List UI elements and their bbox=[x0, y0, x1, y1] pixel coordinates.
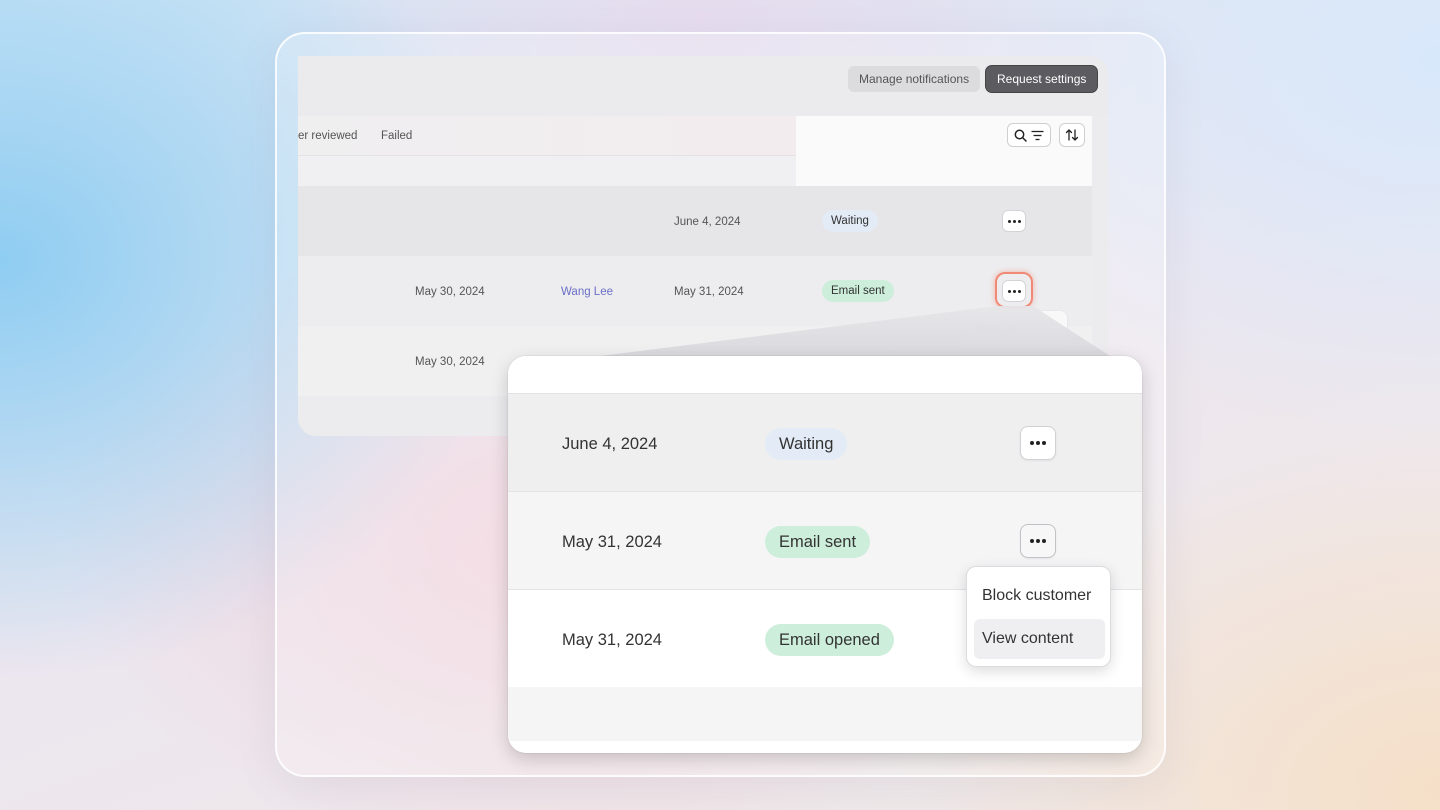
table-toolbar-right bbox=[796, 116, 1092, 186]
search-filter-button[interactable] bbox=[1007, 123, 1051, 147]
table-row[interactable]: June 4, 2024 Waiting bbox=[298, 186, 1092, 256]
date-cell: May 31, 2024 bbox=[562, 631, 662, 649]
more-options-button-active[interactable] bbox=[1020, 524, 1056, 558]
request-date-cell: May 30, 2024 bbox=[415, 286, 485, 298]
zoom-table-header bbox=[508, 356, 1142, 394]
row-actions-dropdown: Block customer View content bbox=[966, 566, 1111, 667]
request-settings-button[interactable]: Request settings bbox=[986, 66, 1098, 92]
sent-date-cell: June 4, 2024 bbox=[674, 216, 741, 228]
more-options-button[interactable] bbox=[1020, 426, 1056, 460]
zoomed-table-panel: June 4, 2024 Waiting May 31, 2024 Email … bbox=[508, 356, 1142, 753]
zoom-table-footer bbox=[508, 687, 1142, 741]
date-cell: June 4, 2024 bbox=[562, 435, 658, 453]
status-badge: Email sent bbox=[822, 280, 894, 302]
tab-reviewed[interactable]: er reviewed bbox=[298, 130, 357, 142]
manage-notifications-button[interactable]: Manage notifications bbox=[848, 66, 981, 92]
table-row[interactable]: June 4, 2024 Waiting bbox=[508, 394, 1142, 492]
status-badge: Email sent bbox=[765, 526, 871, 558]
table-subheader bbox=[298, 156, 796, 186]
status-badge: Waiting bbox=[822, 210, 878, 232]
filter-icon bbox=[1031, 130, 1044, 140]
sent-date-cell: May 31, 2024 bbox=[674, 286, 744, 298]
more-options-button[interactable] bbox=[1002, 210, 1026, 232]
highlight-ring bbox=[995, 272, 1033, 308]
date-cell: May 31, 2024 bbox=[562, 533, 662, 551]
tab-failed[interactable]: Failed bbox=[381, 130, 412, 142]
status-badge: Email opened bbox=[765, 624, 894, 656]
sort-button[interactable] bbox=[1059, 123, 1085, 147]
status-badge: Waiting bbox=[765, 428, 848, 460]
menu-item-view-content[interactable]: View content bbox=[974, 619, 1105, 659]
ghost-dropdown-menu: Block cu bbox=[960, 310, 1068, 350]
reviewer-link[interactable]: Wang Lee bbox=[561, 286, 613, 298]
menu-item-block-customer[interactable]: Block customer bbox=[974, 576, 1105, 616]
request-date-cell: May 30, 2024 bbox=[415, 356, 485, 368]
search-icon bbox=[1014, 129, 1027, 142]
ghost-menu-item: Block cu bbox=[975, 323, 1017, 335]
sort-icon bbox=[1065, 129, 1079, 141]
top-toolbar: Manage notifications Request settings bbox=[298, 56, 1108, 116]
